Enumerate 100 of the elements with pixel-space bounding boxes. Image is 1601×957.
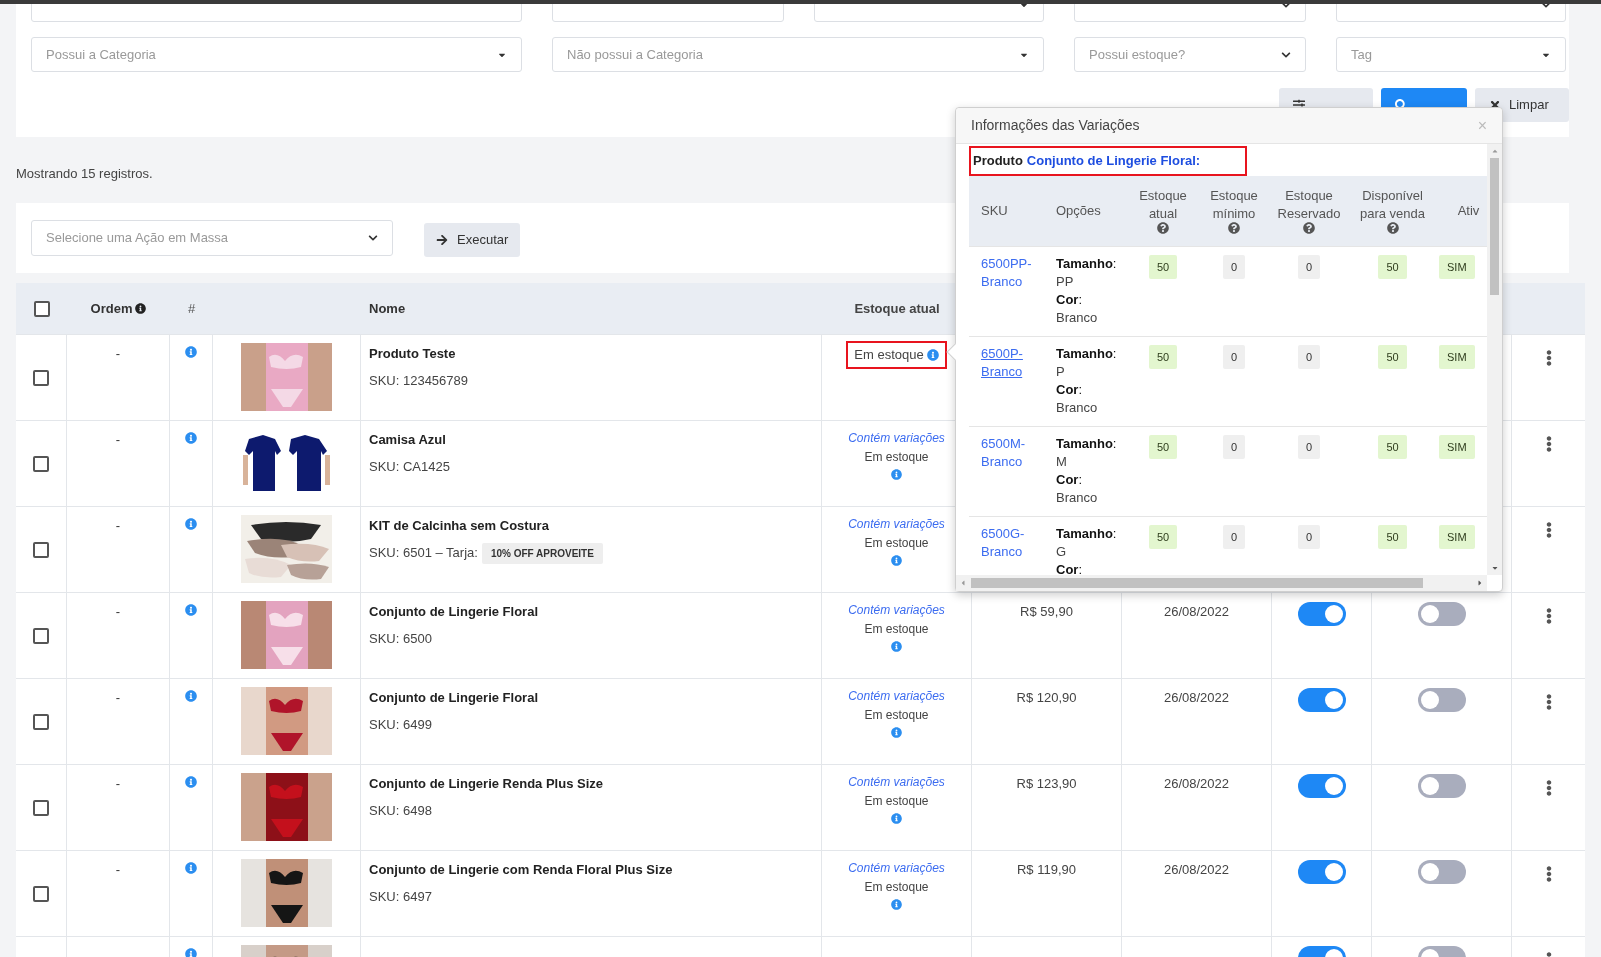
info-icon[interactable] [185,518,197,530]
column-header[interactable]: Nome [369,300,406,316]
value-badge: 50 [1148,524,1178,549]
option-label: Tamanho: [1056,434,1118,453]
product-name[interactable]: Produto Teste [369,344,821,364]
toggle-switch[interactable] [1417,774,1466,798]
info-icon[interactable] [185,776,197,788]
option-value: M [1056,452,1068,471]
toggle-switch[interactable] [1417,688,1466,712]
info-icon [135,303,147,314]
value-badge: SIM [1439,254,1475,279]
variations-link[interactable]: Contém variações [848,773,945,791]
date: 26/08/2022 [1163,603,1230,621]
option-label: Tamanho: [1056,254,1118,273]
filter-field[interactable]: Tag [1336,37,1566,72]
product-name[interactable]: KIT de Calcinha sem Costura [369,516,821,536]
value-badge: 0 [1222,344,1246,369]
product-name[interactable]: Camisa Azul [369,430,821,450]
toggle-switch[interactable] [1297,860,1346,884]
info-icon[interactable] [185,432,197,444]
value-badge: 50 [1378,524,1407,549]
filter-field[interactable]: Possui estoque? [1074,37,1306,72]
value-badge: 50 [1378,344,1407,369]
filter-field[interactable]: Não possui a Categoria [552,37,1044,72]
column-header: Estoque Reservado [1276,187,1342,223]
scroll-down-icon[interactable] [1490,564,1499,572]
info-icon[interactable] [891,555,902,566]
option-value: PP [1056,272,1075,291]
stock-status: Em estoque [864,449,929,466]
checkbox[interactable] [33,799,49,816]
column-header[interactable]: Ordem [90,298,133,319]
date: 26/08/2022 [1163,775,1230,793]
info-icon[interactable] [185,948,197,957]
filter-field[interactable]: Possui a Categoria [31,37,522,72]
order-value: - [115,603,121,621]
price: R$ 59,90 [1020,603,1073,621]
checkbox[interactable] [33,300,50,317]
value-badge: SIM [1439,524,1475,549]
toggle-switch[interactable] [1417,860,1466,884]
scroll-right-icon[interactable] [1476,579,1484,587]
info-icon[interactable] [185,604,197,616]
checkbox[interactable] [33,369,49,386]
info-icon[interactable] [891,899,902,910]
variations-link[interactable]: Contém variações [848,515,945,533]
option-label: Tamanho: [1056,344,1118,363]
info-icon[interactable] [926,348,939,361]
horizontal-scrollbar[interactable] [956,575,1487,591]
popover-title: Informações das Variações [971,116,1140,135]
vertical-scrollbar[interactable] [1487,144,1502,575]
toggle-switch[interactable] [1297,774,1346,798]
product-name[interactable]: Conjunto de Lingerie com Renda Floral Plus Size [369,860,821,880]
value-badge: 50 [1148,254,1178,279]
mass-action-select[interactable]: Selecione uma Ação em Massa [31,220,393,256]
variations-link[interactable]: Contém variações [848,601,945,619]
value-badge: 50 [1148,344,1178,369]
value-badge: 0 [1222,434,1246,459]
variation-sku-link[interactable]: 6500G-Branco [981,524,1043,561]
checkbox[interactable] [33,455,49,472]
variations-link[interactable]: Contém variações [848,859,945,877]
checkbox[interactable] [33,627,49,644]
product-name[interactable]: Conjunto de Lingerie Renda Plus Size [369,774,821,794]
product-sku: SKU: 123456789 [369,371,469,390]
variations-link[interactable]: Contém variações [848,687,945,705]
option-label: Tamanho: [1056,524,1118,543]
scroll-up-icon[interactable] [1490,147,1499,155]
product-sku: SKU: 6497 [369,887,432,906]
variation-sku-link[interactable]: 6500PP-Branco [981,254,1043,291]
toggle-switch[interactable] [1297,602,1346,626]
chevron-icon [368,233,378,243]
checkbox[interactable] [33,713,49,730]
info-icon[interactable] [891,813,902,824]
product-name[interactable]: Conjunto de Lingerie Floral [369,602,821,622]
toggle-switch[interactable] [1297,688,1346,712]
price: R$ 119,90 [1017,861,1076,879]
product-name[interactable]: Conjunto de Lingerie Floral [369,688,821,708]
value-badge: 0 [1297,344,1321,369]
checkbox[interactable] [33,541,49,558]
order-value: - [115,861,121,879]
column-header[interactable]: Estoque atual [854,298,940,319]
toggle-switch[interactable] [1417,602,1466,626]
value-badge: 0 [1297,524,1321,549]
scrollbar-thumb[interactable] [971,578,1423,588]
variations-link[interactable]: Contém variações [848,429,945,447]
execute-button[interactable]: Executar [424,223,521,257]
option-label: Cor: [1056,560,1083,575]
info-icon[interactable] [891,641,902,652]
option-label: Cor: [1056,380,1083,399]
info-icon[interactable] [185,346,197,358]
checkbox[interactable] [33,885,49,902]
variation-sku-link[interactable]: 6500P-Branco [981,344,1043,381]
info-icon[interactable] [185,862,197,874]
scrollbar-thumb[interactable] [1490,158,1499,295]
scroll-left-icon[interactable] [959,579,967,587]
help-icon [1386,222,1399,234]
product-heading: Produto Conjunto de Lingerie Floral: [969,146,1247,176]
info-icon[interactable] [891,727,902,738]
info-icon[interactable] [185,690,197,702]
info-icon[interactable] [891,469,902,480]
variation-sku-link[interactable]: 6500M-Branco [981,434,1043,471]
order-value: - [115,345,121,363]
